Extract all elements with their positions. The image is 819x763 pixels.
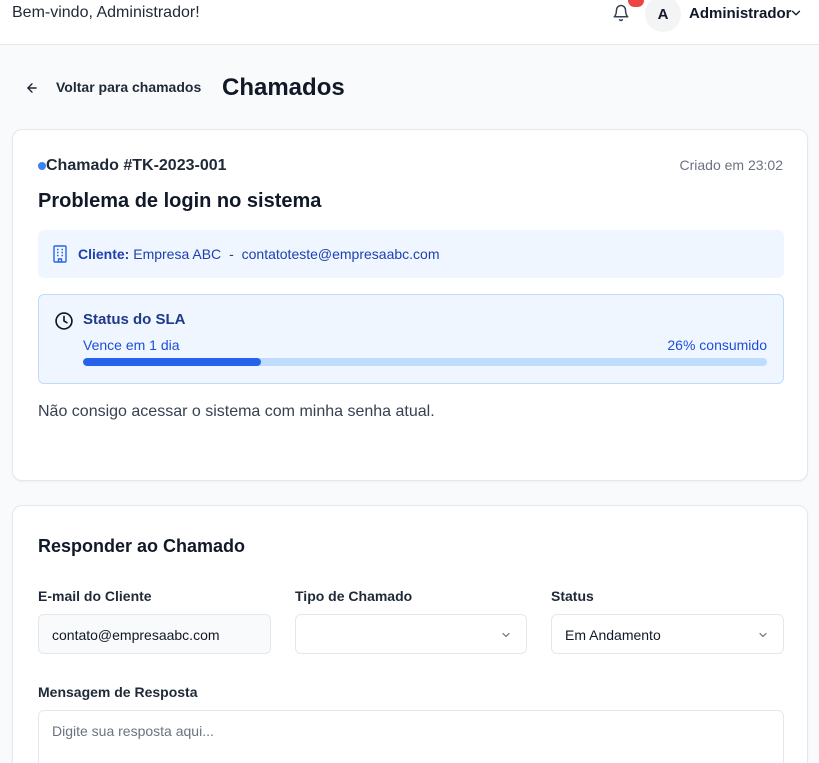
ticket-description: Não consigo acessar o sistema com minha … — [38, 403, 435, 420]
reply-card: Responder ao Chamado E-mail do Cliente c… — [12, 505, 808, 763]
client-label: Cliente: — [78, 246, 130, 262]
welcome-message: Bem-vindo, Administrador! — [12, 4, 200, 21]
email-label: E-mail do Cliente — [38, 588, 152, 604]
message-textarea[interactable]: Digite sua resposta aqui... — [38, 710, 784, 763]
client-email[interactable]: contatoteste@empresaabc.com — [242, 246, 440, 262]
arrow-left-icon[interactable] — [25, 81, 39, 95]
bell-icon[interactable] — [612, 4, 630, 22]
building-icon — [53, 245, 67, 263]
email-value: contato@empresaabc.com — [52, 627, 220, 643]
client-line: Cliente: Empresa ABC - contatoteste@empr… — [78, 246, 440, 262]
created-time: Criado em 23:02 — [679, 157, 783, 173]
client-name: Empresa ABC — [133, 246, 222, 262]
avatar[interactable]: A — [645, 0, 681, 32]
message-placeholder: Digite sua resposta aqui... — [52, 723, 214, 739]
status-label: Status — [551, 588, 594, 604]
ticket-details-card: Chamado #TK-2023-001 Criado em 23:02 Pro… — [12, 129, 808, 481]
chevron-down-icon — [759, 632, 767, 638]
type-select[interactable] — [295, 614, 527, 654]
status-value: Em Andamento — [565, 627, 661, 643]
message-label: Mensagem de Resposta — [38, 684, 198, 700]
ticket-id: Chamado #TK-2023-001 — [46, 157, 227, 174]
back-to-tickets-link[interactable]: Voltar para chamados — [56, 79, 201, 95]
client-separator: - — [229, 246, 234, 262]
email-field[interactable]: contato@empresaabc.com — [38, 614, 271, 654]
user-name[interactable]: Administrador — [689, 5, 792, 22]
sla-consumed: 26% consumido — [667, 337, 767, 353]
client-info: Cliente: Empresa ABC - contatoteste@empr… — [38, 230, 784, 278]
ticket-title: Problema de login no sistema — [38, 190, 322, 212]
sla-status: Status do SLA Vence em 1 dia 26% consumi… — [38, 294, 784, 384]
status-select[interactable]: Em Andamento — [551, 614, 784, 654]
status-dot — [38, 162, 46, 170]
type-label: Tipo de Chamado — [295, 588, 413, 604]
sla-progress-fill — [83, 358, 261, 366]
sla-due: Vence em 1 dia — [83, 337, 180, 353]
reply-title: Responder ao Chamado — [38, 536, 246, 556]
clock-icon — [55, 312, 73, 330]
sla-title: Status do SLA — [83, 311, 186, 328]
sla-progress-bar — [83, 358, 767, 366]
chevron-down-icon[interactable] — [789, 6, 803, 20]
notification-badge — [628, 0, 644, 7]
page-title: Chamados — [222, 74, 345, 101]
top-bar: Bem-vindo, Administrador! A Administrado… — [0, 0, 819, 45]
chevron-down-icon — [502, 632, 510, 638]
